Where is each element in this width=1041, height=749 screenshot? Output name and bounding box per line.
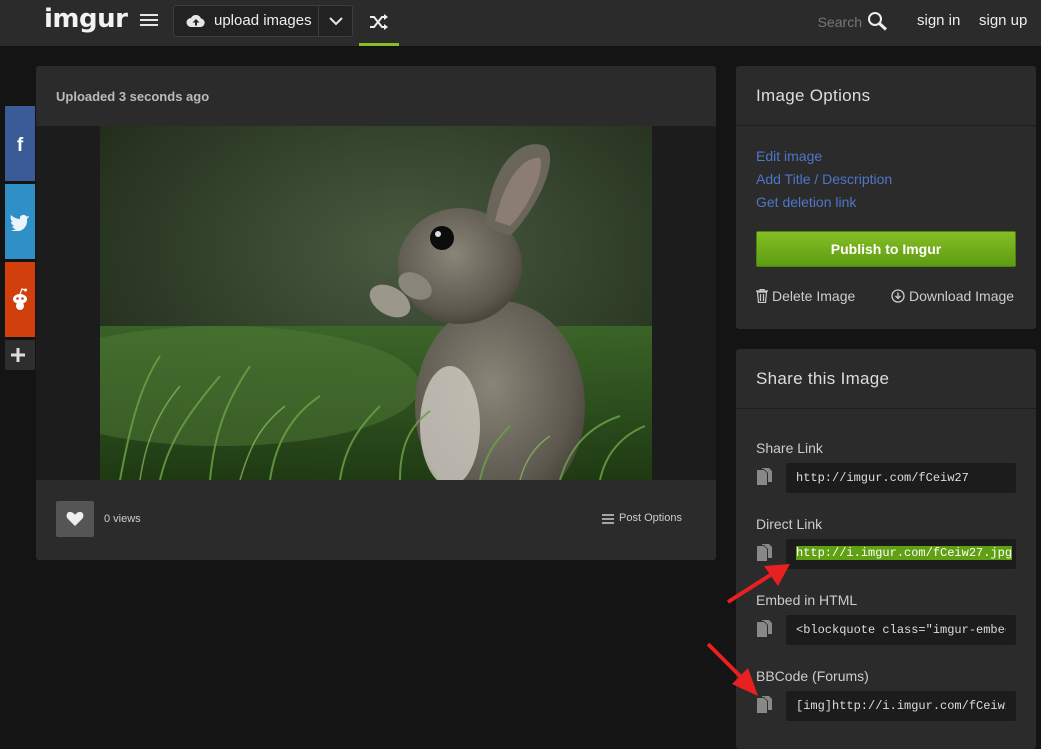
sign-in-link[interactable]: sign in bbox=[917, 12, 960, 29]
imgur-logo[interactable]: imgur bbox=[44, 4, 128, 34]
search-input[interactable] bbox=[780, 10, 864, 34]
post-panel: Uploaded 3 seconds ago 0 views Post Opti… bbox=[36, 66, 716, 560]
cloud-upload-icon bbox=[186, 15, 205, 27]
embed-html-field[interactable] bbox=[786, 615, 1016, 645]
menu-icon[interactable] bbox=[140, 14, 158, 28]
reddit-icon bbox=[13, 288, 27, 310]
publish-to-imgur-button[interactable]: Publish to Imgur bbox=[756, 231, 1016, 267]
red-arrow-annotation bbox=[726, 564, 790, 604]
download-icon bbox=[891, 289, 905, 303]
more-share-button[interactable] bbox=[5, 340, 35, 370]
twitter-icon bbox=[10, 214, 29, 231]
post-options-button[interactable]: Post Options bbox=[602, 512, 682, 524]
copy-icon[interactable] bbox=[756, 695, 774, 715]
download-image-label: Download Image bbox=[909, 288, 1015, 304]
top-bar: imgur upload images sign in sign up bbox=[0, 0, 1041, 47]
image-container bbox=[36, 126, 716, 480]
search-icon[interactable] bbox=[867, 11, 889, 31]
direct-link-field[interactable]: http://i.imgur.com/fCeiw27.jpg bbox=[786, 539, 1016, 569]
red-arrow-annotation bbox=[706, 642, 758, 696]
share-image-panel: Share this Image Share Link Direct Link … bbox=[736, 349, 1036, 749]
share-image-title: Share this Image bbox=[736, 349, 1036, 409]
upload-images-label: upload images bbox=[214, 12, 312, 29]
chevron-down-icon bbox=[329, 17, 343, 26]
facebook-share-button[interactable]: f bbox=[5, 106, 35, 181]
post-options-label: Post Options bbox=[619, 512, 682, 524]
image-options-panel: Image Options Edit image Add Title / Des… bbox=[736, 66, 1036, 329]
post-footer: 0 views Post Options bbox=[36, 480, 716, 560]
favorite-button[interactable] bbox=[56, 501, 94, 537]
add-title-description-link[interactable]: Add Title / Description bbox=[756, 171, 892, 187]
upload-status: Uploaded 3 seconds ago bbox=[56, 89, 210, 104]
copy-icon[interactable] bbox=[756, 467, 774, 487]
upload-dropdown-button[interactable] bbox=[318, 6, 353, 36]
random-shuffle-button[interactable] bbox=[359, 0, 399, 46]
delete-image-button[interactable]: Delete Image bbox=[756, 288, 855, 304]
share-link-label: Share Link bbox=[756, 440, 823, 456]
upload-images-button-group: upload images bbox=[173, 5, 353, 37]
get-deletion-link[interactable]: Get deletion link bbox=[756, 194, 856, 210]
twitter-share-button[interactable] bbox=[5, 184, 35, 259]
direct-link-selected-text: http://i.imgur.com/fCeiw27.jpg bbox=[796, 546, 1013, 560]
heart-icon bbox=[66, 511, 84, 526]
list-icon bbox=[602, 514, 614, 524]
direct-link-label: Direct Link bbox=[756, 516, 823, 532]
shuffle-icon bbox=[370, 14, 388, 30]
facebook-icon: f bbox=[17, 135, 24, 154]
trash-icon bbox=[756, 288, 768, 304]
plus-icon bbox=[11, 348, 25, 362]
edit-image-link[interactable]: Edit image bbox=[756, 148, 822, 164]
copy-icon[interactable] bbox=[756, 619, 774, 639]
bunny-image[interactable] bbox=[100, 126, 652, 480]
active-underline bbox=[359, 43, 399, 46]
view-count: 0 views bbox=[104, 513, 141, 525]
upload-images-button[interactable]: upload images bbox=[174, 6, 318, 36]
sign-up-link[interactable]: sign up bbox=[979, 12, 1027, 29]
bbcode-label: BBCode (Forums) bbox=[756, 668, 869, 684]
bbcode-field[interactable] bbox=[786, 691, 1016, 721]
svg-text:f: f bbox=[17, 135, 24, 154]
image-options-title: Image Options bbox=[736, 66, 1036, 126]
reddit-share-button[interactable] bbox=[5, 262, 35, 337]
share-link-field[interactable] bbox=[786, 463, 1016, 493]
download-image-button[interactable]: Download Image bbox=[891, 288, 1014, 304]
delete-image-label: Delete Image bbox=[772, 288, 856, 304]
